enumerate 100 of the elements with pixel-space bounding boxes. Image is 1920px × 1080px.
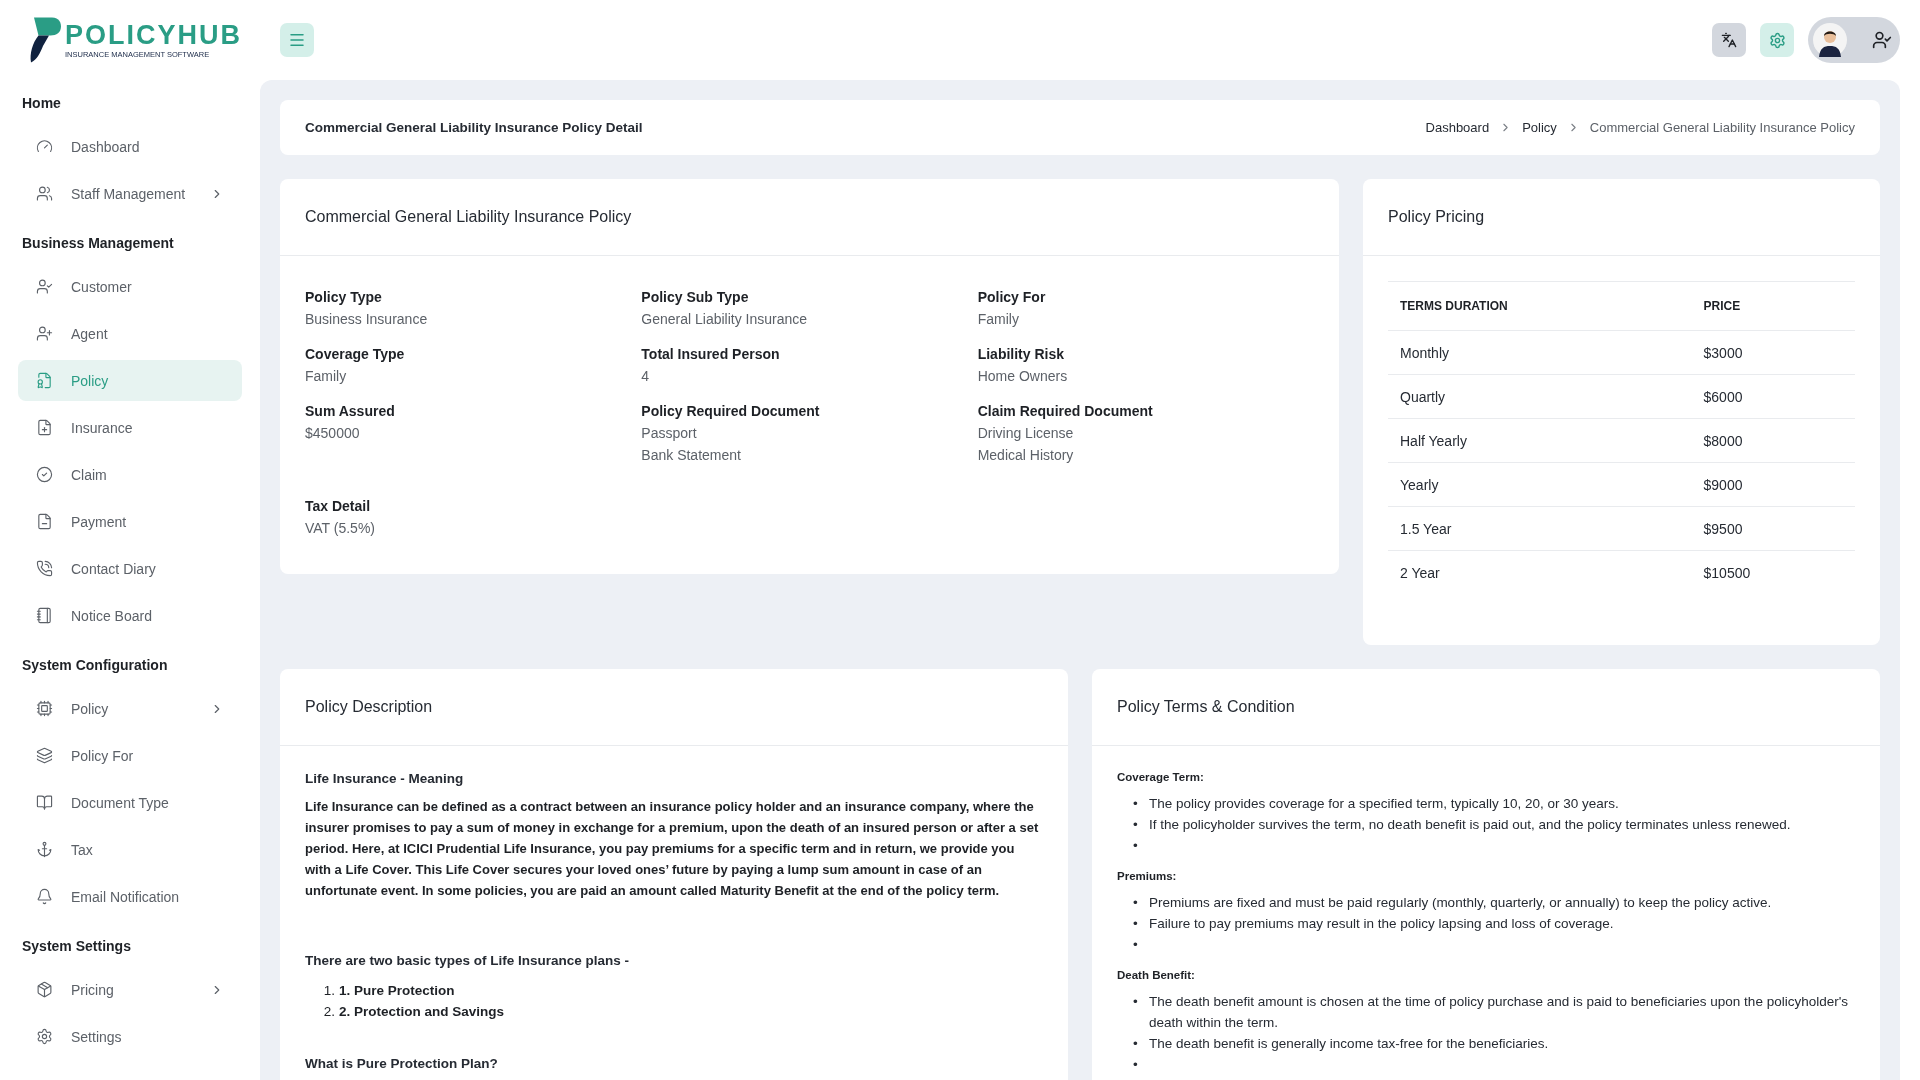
list-item: The policy provides coverage for a specified term, typically 10, 20, or 30 years. — [1149, 794, 1619, 813]
empty-bullet: • — [1133, 836, 1139, 855]
users-icon — [36, 185, 53, 202]
field-label: Liability Risk — [977, 346, 1065, 362]
sidebar-item[interactable]: Tax — [18, 829, 242, 870]
field-label: Policy For — [977, 289, 1047, 305]
sidebar-item[interactable]: Document Type — [18, 782, 242, 823]
field-label: Tax Detail — [305, 498, 372, 514]
avatar — [1813, 23, 1847, 57]
sidebar-item[interactable]: Policy — [18, 688, 242, 729]
user-check-icon — [36, 278, 53, 295]
translate-button[interactable] — [1712, 23, 1746, 57]
table-cell: Half Yearly — [1388, 418, 1692, 463]
table-cell: $9500 — [1691, 506, 1855, 551]
sidebar-item[interactable]: Insurance — [18, 407, 242, 448]
table-cell: $9000 — [1691, 462, 1855, 507]
bullet: • — [1133, 992, 1139, 1011]
field-value: VAT (5.5%) — [305, 520, 377, 536]
bullet: • — [1133, 893, 1139, 912]
field-value: General Liability Insurance — [641, 311, 809, 327]
sidebar-item[interactable]: Notice Board — [18, 595, 242, 636]
settings-icon — [36, 1028, 53, 1045]
card-title: Commercial General Liability Insurance Policy — [305, 208, 632, 226]
empty-bullet: • — [1133, 935, 1139, 954]
field-value: Family — [305, 368, 348, 384]
brand-name: POLICYHUB — [65, 21, 242, 49]
table-cell: $8000 — [1691, 418, 1855, 463]
field-value: Business Insurance — [305, 311, 429, 327]
menu-button[interactable] — [280, 23, 314, 57]
table-cell: Quartly — [1388, 374, 1692, 419]
field-label: Coverage Type — [305, 346, 406, 362]
card-title: Policy Description — [305, 697, 433, 716]
bullet: • — [1133, 1034, 1139, 1053]
card-title: Policy Pricing — [1388, 208, 1485, 226]
page-title: Commercial General Liability Insurance Policy Detail — [305, 120, 643, 135]
field-value: 4 — [641, 368, 651, 384]
field-value: Bank Statement — [641, 447, 742, 463]
list-item: The death benefit amount is chosen at the time of policy purchase and is paid to beneficiaries upon the policyholder's death within the term. — [1149, 992, 1849, 1032]
field-label: Policy Required Document — [641, 403, 821, 419]
sidebar-item[interactable]: Settings — [18, 1016, 242, 1057]
section-heading: There are two basic types of Life Insurance plans - — [305, 952, 631, 968]
sidebar-item[interactable]: Claim — [18, 454, 242, 495]
box-icon — [36, 981, 53, 998]
sidebar-item[interactable]: Email Notification — [18, 876, 242, 917]
breadcrumb-link[interactable]: Policy — [1522, 120, 1557, 135]
user-check-icon — [1872, 30, 1892, 50]
sidebar-section-title: Home — [22, 94, 62, 113]
table-cell: $6000 — [1691, 374, 1855, 419]
list-number: 2. — [322, 1002, 335, 1021]
layers-icon — [36, 747, 53, 764]
field-label: Total Insured Person — [641, 346, 781, 362]
sidebar-section-title: System Settings — [22, 937, 132, 956]
breadcrumb-link[interactable]: Commercial General Liability Insurance Policy — [1589, 120, 1855, 135]
empty-bullet: • — [1133, 1055, 1139, 1074]
column-header: TERMS DURATION — [1388, 281, 1692, 331]
sidebar-item[interactable]: Customer — [18, 266, 242, 307]
gauge-icon — [36, 138, 53, 155]
field-value: $450000 — [305, 425, 361, 441]
chip-icon — [36, 700, 53, 717]
field-value: Passport — [641, 425, 698, 441]
table-cell: $3000 — [1691, 330, 1855, 375]
sidebar-item[interactable]: Pricing — [18, 969, 242, 1010]
list-item: Premiums are fixed and must be paid regularly (monthly, quarterly, or annually) to keep the policy active. — [1149, 893, 1772, 912]
section-heading: What is Pure Protection Plan? — [305, 1055, 499, 1071]
sidebar-item[interactable]: Contact Diary — [18, 548, 242, 589]
sidebar-item[interactable]: Dashboard — [18, 126, 242, 167]
breadcrumb-link[interactable]: Dashboard — [1425, 120, 1490, 135]
table-cell: $10500 — [1691, 550, 1855, 595]
file-plus-icon — [36, 419, 53, 436]
sidebar-item[interactable]: Policy For — [18, 735, 242, 776]
field-label: Policy Type — [305, 289, 383, 305]
card-title: Policy Terms & Condition — [1117, 697, 1295, 716]
notebook-icon — [36, 607, 53, 624]
table-cell: 2 Year — [1388, 550, 1692, 595]
document-badge-icon — [36, 372, 53, 389]
field-value: Medical History — [977, 447, 1075, 463]
field-label: Policy Sub Type — [641, 289, 750, 305]
field-value: Family — [977, 311, 1020, 327]
anchor-icon — [36, 841, 53, 858]
bell-icon — [36, 888, 53, 905]
list-item: If the policyholder survives the term, no death benefit is paid out, and the policy terminates unless renewed. — [1149, 815, 1791, 834]
list-item: The death benefit is generally income tax-free for the beneficiaries. — [1149, 1034, 1549, 1053]
translate-icon — [1721, 32, 1737, 48]
sidebar-section-title: Business Management — [22, 234, 175, 253]
check-circle-icon — [36, 466, 53, 483]
profile-button[interactable] — [1808, 17, 1900, 63]
settings-button[interactable] — [1760, 23, 1794, 57]
phone-icon — [36, 560, 53, 577]
column-header: PRICE — [1691, 281, 1855, 331]
list-item: Failure to pay premiums may result in the policy lapsing and loss of coverage. — [1149, 914, 1614, 933]
sidebar-item[interactable]: Staff Management — [18, 173, 242, 214]
bullet: • — [1133, 914, 1139, 933]
sidebar-item[interactable]: Payment — [18, 501, 242, 542]
field-label: Claim Required Document — [977, 403, 1154, 419]
table-cell: Monthly — [1388, 330, 1692, 375]
field-value: Driving License — [977, 425, 1075, 441]
terms-heading: Death Benefit: — [1117, 968, 1196, 981]
sidebar-item[interactable]: Agent — [18, 313, 242, 354]
book-icon — [36, 794, 53, 811]
bullet: • — [1133, 794, 1139, 813]
